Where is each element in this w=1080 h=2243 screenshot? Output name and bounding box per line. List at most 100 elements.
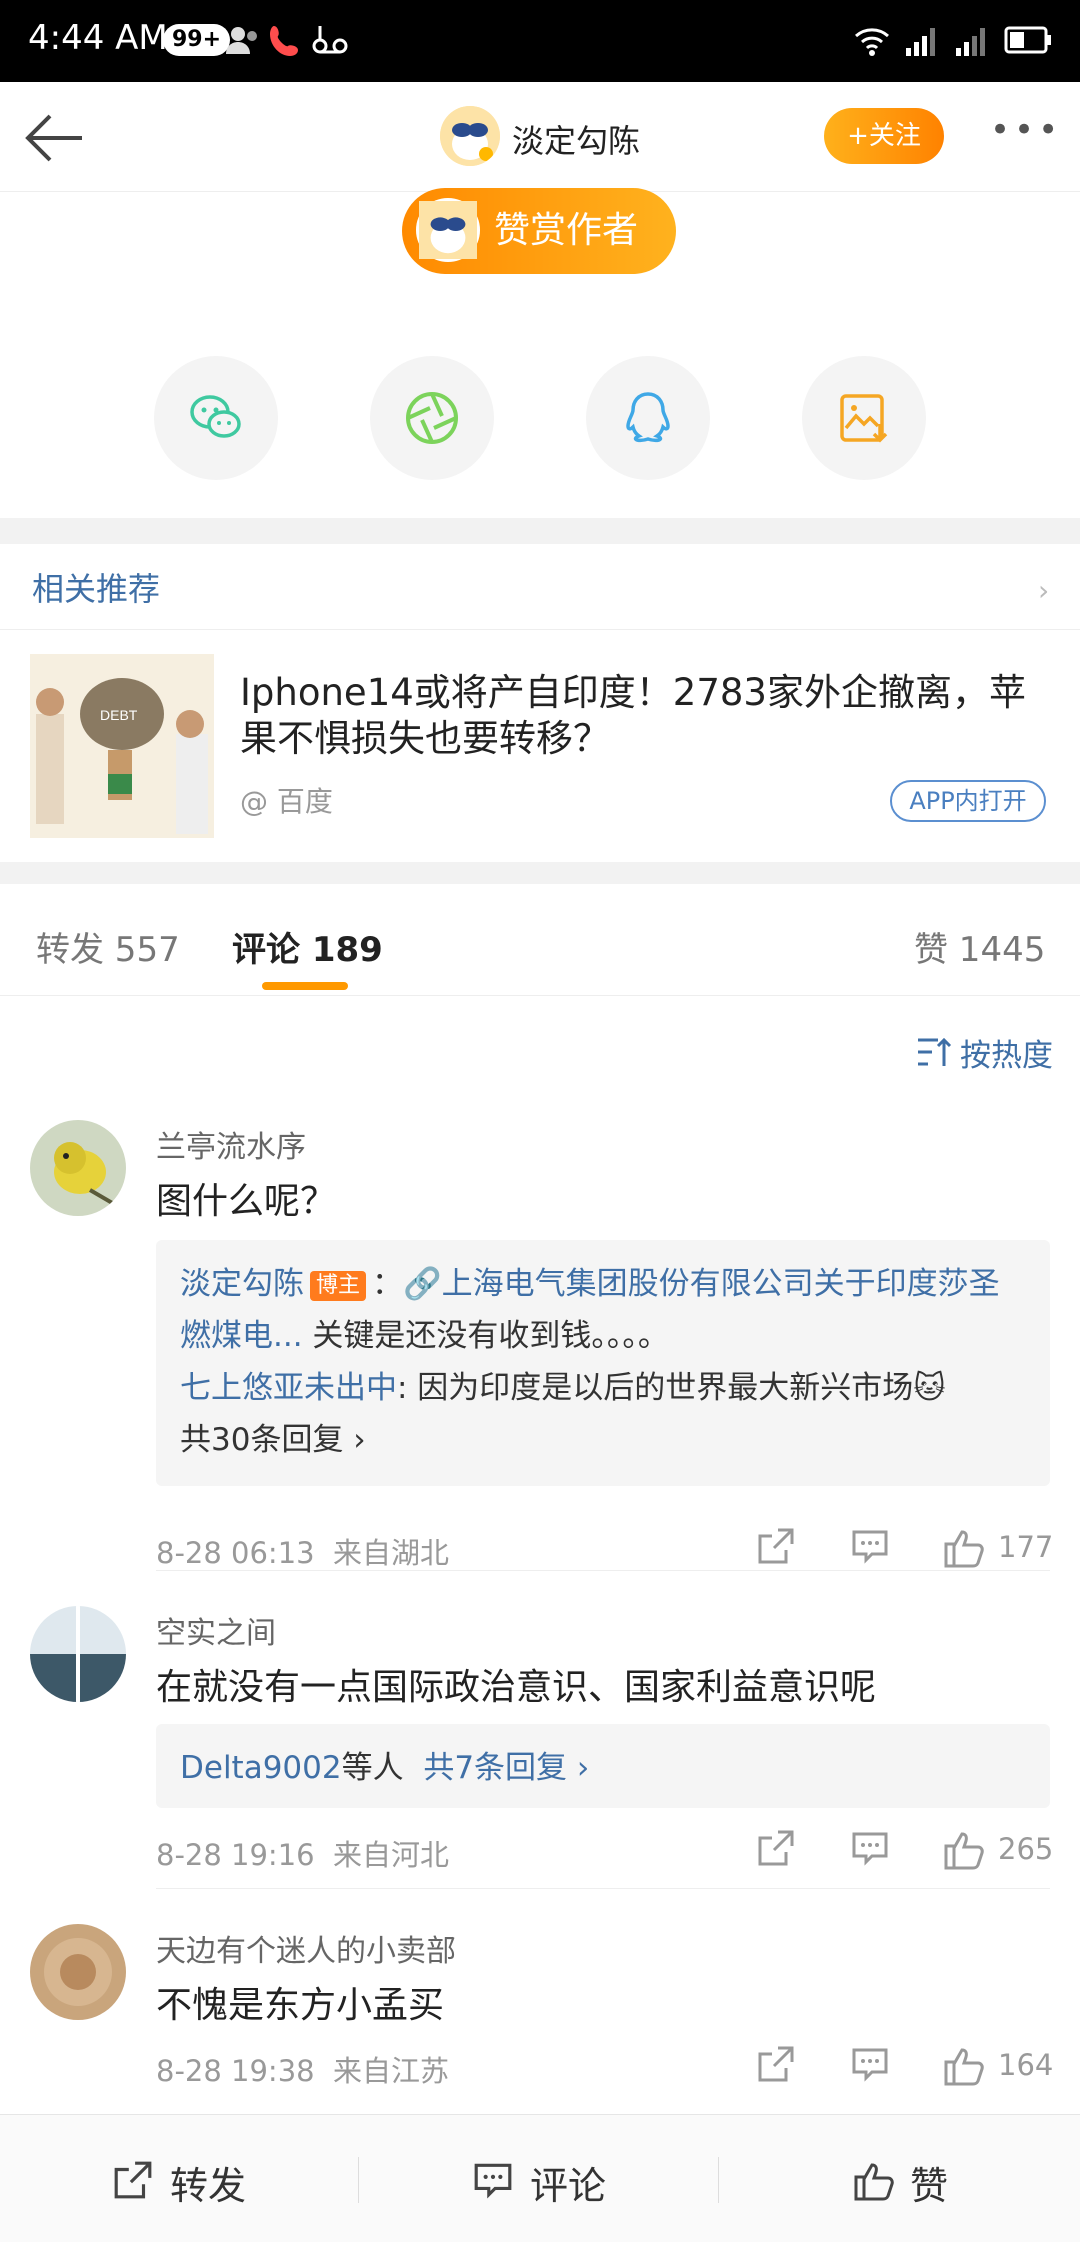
related-recommend-header[interactable]: 相关推荐 › — [0, 544, 1080, 630]
comment-label: 评论 — [530, 2164, 607, 2208]
signal-icon-1 — [906, 28, 935, 56]
signal-icon-2 — [956, 28, 985, 56]
reply-author[interactable]: Delta9002 — [180, 1750, 342, 1786]
commenter-avatar[interactable] — [30, 1120, 126, 1216]
share-icon — [114, 2161, 152, 2199]
moments-icon — [406, 392, 458, 444]
open-in-app-button[interactable]: APP内打开 — [890, 780, 1046, 822]
like-count: 265 — [998, 1832, 1054, 1866]
share-qq-button[interactable] — [586, 356, 710, 480]
repost-label: 转发 — [170, 2164, 247, 2208]
thumbs-up-icon — [944, 2048, 984, 2086]
reply-text: : 因为印度是以后的世界最大新兴市场 — [397, 1370, 914, 1406]
comment-item: 空实之间 在就没有一点国际政治意识、国家利益意识呢 Delta9002等人 共7… — [0, 1598, 1080, 1918]
back-arrow-icon[interactable] — [22, 110, 86, 166]
reply-box[interactable]: Delta9002等人 共7条回复 › — [156, 1724, 1050, 1808]
repost-button[interactable]: 转发 — [0, 2115, 360, 2243]
comment-icon — [852, 2048, 888, 2082]
commenter-avatar[interactable] — [30, 1606, 126, 1702]
thumbs-up-icon — [854, 2163, 894, 2201]
share-comment-button[interactable] — [756, 2044, 796, 2088]
link-icon: 🔗 — [403, 1266, 442, 1302]
reply-text: 关键是还没有收到钱。。。。 — [302, 1318, 669, 1354]
recommend-item[interactable]: DEBT Iphone14或将产自印度！2783家外企撤离，苹果不惧损失也要转移… — [0, 630, 1080, 860]
missed-call-icon — [270, 26, 298, 56]
reply-comment-button[interactable] — [850, 1828, 890, 1872]
comment-meta: 8-28 19:16 来自河北 — [156, 1832, 449, 1874]
comment-icon — [852, 1832, 888, 1866]
like-label: 赞 — [910, 2164, 949, 2208]
comment-meta: 8-28 19:38 来自江苏 — [156, 2048, 449, 2090]
top-nav-bar: 淡定勾陈 +关注 ••• — [0, 82, 1080, 192]
status-time: 4:44 AM — [28, 18, 168, 58]
save-image-button[interactable] — [802, 356, 926, 480]
tab-repost[interactable]: 转发 557 — [36, 922, 180, 971]
thumbs-up-icon — [944, 1530, 984, 1568]
share-row — [0, 356, 1080, 480]
tab-like[interactable]: 赞 1445 — [914, 922, 1045, 971]
battery-icon — [1004, 26, 1051, 54]
share-moments-button[interactable] — [370, 356, 494, 480]
bottom-action-bar: 转发 评论 赞 — [0, 2114, 1080, 2242]
commenter-avatar[interactable] — [30, 1924, 126, 2020]
commenter-name[interactable]: 空实之间 — [156, 1608, 276, 1652]
divider — [156, 1570, 1050, 1571]
svg-text:DEBT: DEBT — [100, 707, 138, 723]
comment-text: 图什么呢？ — [156, 1181, 337, 1222]
reply-box[interactable]: 淡定勾陈 博主 ：🔗上海电气集团股份有限公司关于印度莎圣燃煤电... 关键是还没有收… — [156, 1240, 1050, 1486]
reply-separator: ： — [372, 1266, 404, 1302]
like-comment-button[interactable]: 177 — [942, 1526, 1053, 1570]
tab-comment[interactable]: 评论 189 — [232, 922, 383, 971]
reply-comment-button[interactable] — [850, 2044, 890, 2088]
reply-line: 七上悠亚未出中: 因为印度是以后的世界最大新兴市场🐱 — [180, 1362, 1026, 1414]
share-icon — [758, 2046, 794, 2082]
comment-meta: 8-28 06:13 来自湖北 — [156, 1530, 449, 1572]
like-button[interactable]: 赞 — [720, 2115, 1080, 2243]
recommend-title[interactable]: Iphone14或将产自印度！2783家外企撤离，苹果不惧损失也要转移？ — [240, 670, 1040, 762]
share-comment-button[interactable] — [756, 1828, 796, 1872]
related-recommend-title: 相关推荐 — [32, 570, 161, 608]
divider — [358, 2157, 359, 2203]
comment-item: 天边有个迷人的小卖部 不愧是东方小孟买 8-28 19:38 来自江苏 164 — [0, 1916, 1080, 2112]
reward-author-button[interactable]: 赞赏作者 — [402, 188, 676, 274]
reply-summary: Delta9002等人 共7条回复 › — [180, 1742, 1026, 1794]
more-options-icon[interactable]: ••• — [990, 113, 1058, 150]
recommend-thumbnail: DEBT — [30, 654, 214, 838]
reward-avatar — [416, 198, 480, 262]
author-name[interactable]: 淡定勾陈 — [512, 116, 640, 162]
more-replies-link[interactable]: 共30条回复 › — [180, 1414, 1026, 1466]
comment-location: 来自河北 — [333, 1838, 450, 1872]
like-count: 164 — [998, 2048, 1054, 2082]
divider — [718, 2157, 719, 2203]
author-avatar[interactable] — [440, 106, 500, 166]
like-comment-button[interactable]: 265 — [942, 1828, 1054, 1872]
like-comment-button[interactable]: 164 — [942, 2044, 1054, 2088]
comment-location: 来自湖北 — [333, 1536, 450, 1570]
qq-icon — [626, 392, 670, 443]
reply-comment-button[interactable] — [850, 1526, 890, 1570]
more-replies-link[interactable]: 共7条回复 › — [423, 1750, 589, 1786]
reply-author[interactable]: 淡定勾陈 — [180, 1266, 304, 1302]
follow-button[interactable]: +关注 — [824, 108, 944, 164]
notification-badge: 99+ — [163, 24, 231, 56]
comment-time: 8-28 19:38 — [156, 2054, 315, 2088]
share-icon — [758, 1528, 794, 1564]
comment-location: 来自江苏 — [333, 2054, 450, 2088]
comment-icon — [852, 1530, 888, 1564]
reply-author[interactable]: 七上悠亚未出中 — [180, 1370, 397, 1406]
save-image-icon — [840, 394, 888, 443]
emoji-icon: 🐱 — [913, 1370, 946, 1406]
share-comment-button[interactable] — [756, 1526, 796, 1570]
comment-button[interactable]: 评论 — [360, 2115, 720, 2243]
comment-icon — [474, 2163, 512, 2199]
commenter-name[interactable]: 天边有个迷人的小卖部 — [156, 1926, 456, 1970]
divider — [156, 1888, 1050, 1889]
reply-summary-suffix: 等人 — [341, 1750, 404, 1786]
thumbs-up-icon — [944, 1832, 984, 1870]
share-wechat-button[interactable] — [154, 356, 278, 480]
wifi-icon — [855, 28, 889, 56]
commenter-name[interactable]: 兰亭流水序 — [156, 1122, 306, 1166]
section-gap — [0, 862, 1080, 884]
sort-icon — [918, 1037, 952, 1066]
comment-text: 在就没有一点国际政治意识、国家利益意识呢 — [156, 1667, 877, 1708]
